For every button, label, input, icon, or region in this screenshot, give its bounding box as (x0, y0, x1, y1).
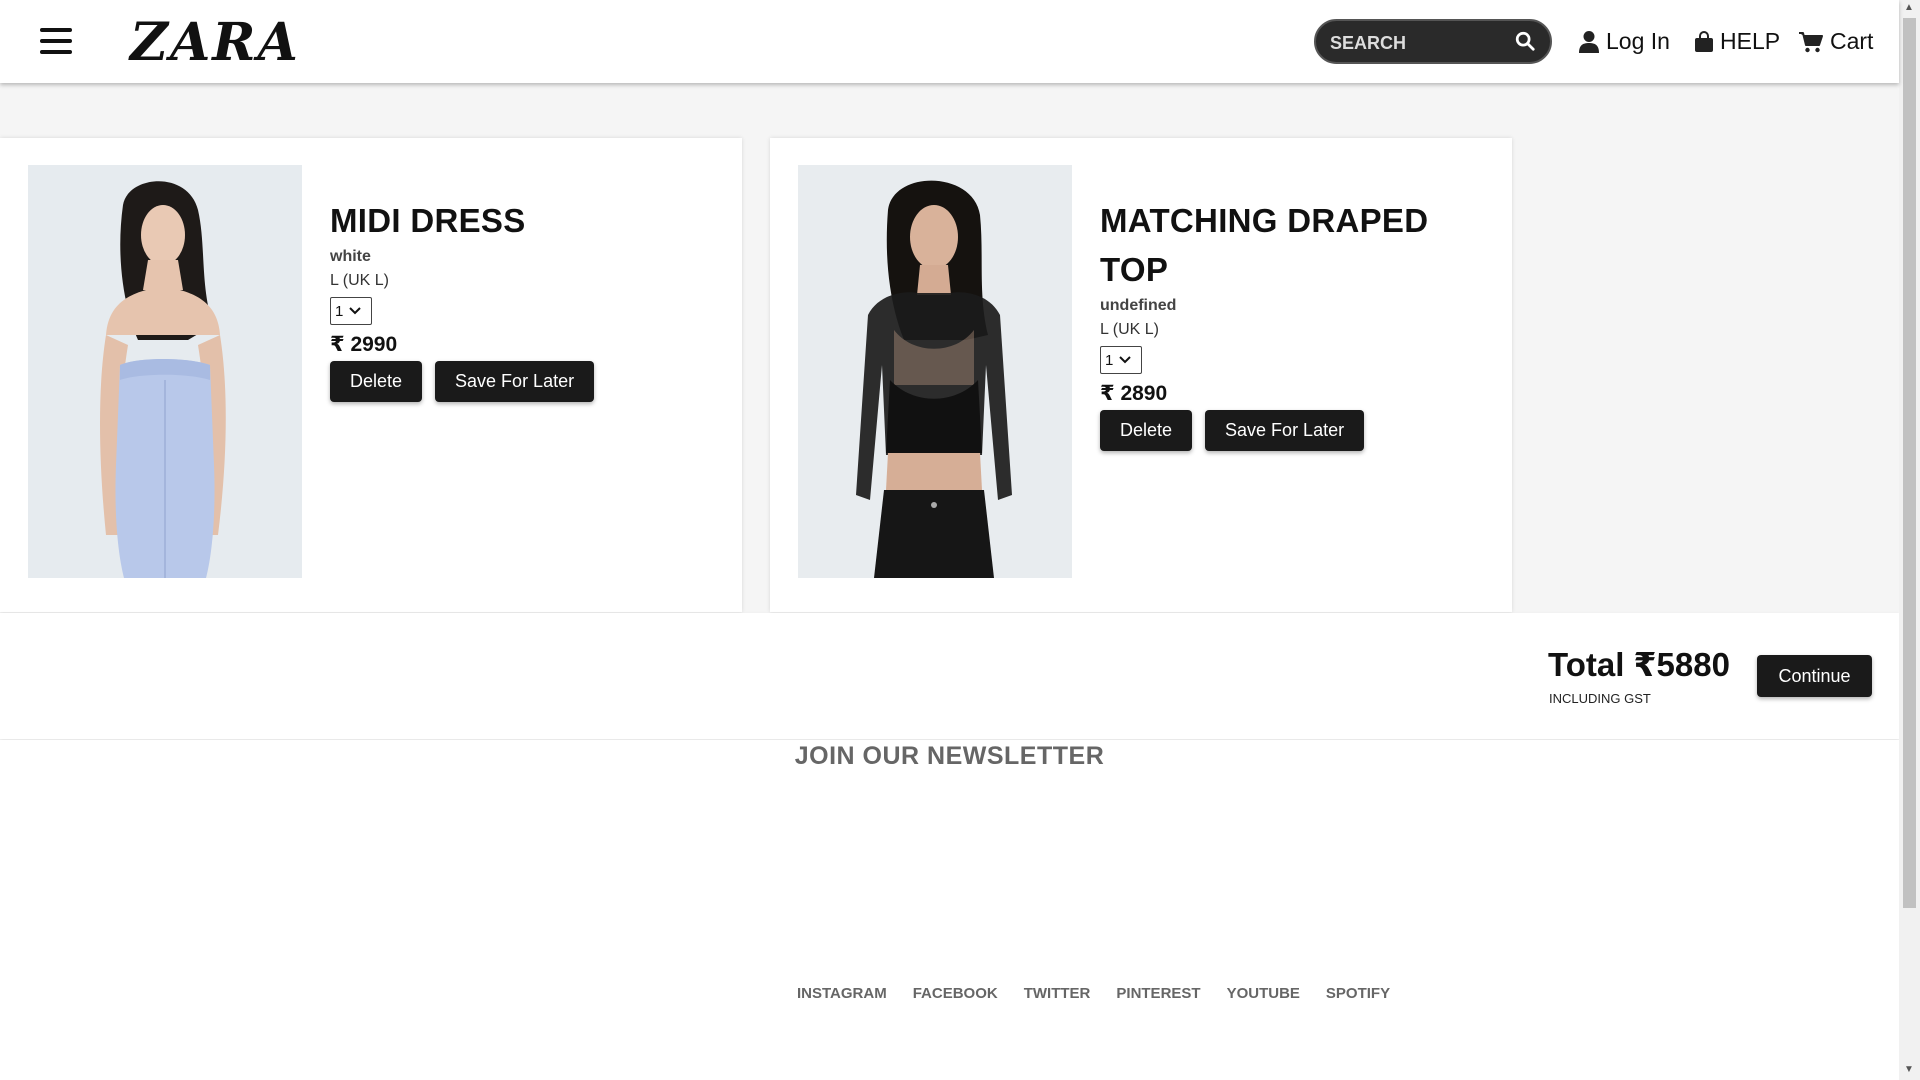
quantity-value: 1 (1105, 351, 1114, 369)
chevron-down-icon (1119, 356, 1132, 364)
order-total: Total ₹5880 (1548, 646, 1730, 683)
scroll-down-icon[interactable]: ▼ (1904, 1064, 1914, 1075)
login-label: Log In (1606, 28, 1670, 54)
draped-top-photo (798, 165, 1072, 578)
quantity-value: 1 (335, 302, 344, 320)
order-summary-bar: Total ₹5880 INCLUDING GST Continue (0, 613, 1899, 739)
shopping-bag-icon (1695, 30, 1713, 52)
chevron-down-icon (349, 307, 362, 315)
zara-logo[interactable]: ZARA (130, 12, 300, 73)
social-links: INSTAGRAM FACEBOOK TWITTER PINTEREST YOU… (797, 985, 1416, 1002)
site-footer: JOIN OUR NEWSLETTER INSTAGRAM FACEBOOK T… (0, 740, 1899, 1080)
search-input[interactable] (1330, 31, 1510, 55)
product-title[interactable]: MATCHING DRAPED TOP (1100, 196, 1480, 294)
search-icon[interactable] (1514, 30, 1536, 52)
cart-label: Cart (1830, 28, 1874, 54)
spotify-link[interactable]: SPOTIFY (1326, 985, 1390, 1002)
product-price: ₹ 2990 (330, 333, 398, 356)
product-details: MIDI DRESS white L (UK L) 1 ₹ 2990 Delet… (330, 196, 710, 402)
quantity-select[interactable]: 1 (1100, 346, 1142, 374)
site-header: ZARA Log In HELP Cart (0, 0, 1899, 83)
cart-link[interactable]: Cart (1798, 28, 1873, 55)
product-image[interactable] (798, 165, 1072, 578)
continue-button[interactable]: Continue (1757, 655, 1872, 697)
save-for-later-button[interactable]: Save For Later (1205, 410, 1365, 451)
product-image[interactable] (28, 165, 302, 578)
pinterest-link[interactable]: PINTEREST (1116, 985, 1200, 1002)
scrollbar-thumb[interactable] (1903, 18, 1916, 908)
facebook-link[interactable]: FACEBOOK (913, 985, 998, 1002)
help-label: HELP (1720, 28, 1781, 54)
menu-icon[interactable] (40, 28, 72, 54)
cart-item-card: MIDI DRESS white L (UK L) 1 ₹ 2990 Delet… (0, 138, 742, 612)
quantity-select[interactable]: 1 (330, 297, 372, 325)
product-size: L (UK L) (1100, 321, 1159, 338)
midi-dress-photo (28, 165, 302, 578)
product-details: MATCHING DRAPED TOP undefined L (UK L) 1… (1100, 196, 1480, 451)
product-title[interactable]: MIDI DRESS (330, 196, 710, 245)
cart-item-card: MATCHING DRAPED TOP undefined L (UK L) 1… (770, 138, 1512, 612)
help-link[interactable]: HELP (1694, 28, 1780, 55)
product-color: white (330, 248, 371, 265)
delete-button[interactable]: Delete (1100, 410, 1193, 451)
product-size: L (UK L) (330, 272, 389, 289)
product-price: ₹ 2890 (1100, 382, 1168, 405)
cart-icon (1799, 31, 1823, 52)
gst-note: INCLUDING GST (1549, 691, 1651, 706)
product-color: undefined (1100, 297, 1177, 314)
youtube-link[interactable]: YOUTUBE (1227, 985, 1300, 1002)
instagram-link[interactable]: INSTAGRAM (797, 985, 887, 1002)
twitter-link[interactable]: TWITTER (1024, 985, 1091, 1002)
save-for-later-button[interactable]: Save For Later (435, 361, 595, 402)
delete-button[interactable]: Delete (330, 361, 423, 402)
login-link[interactable]: Log In (1578, 28, 1670, 55)
user-icon (1579, 30, 1599, 53)
scroll-up-icon[interactable]: ▲ (1904, 2, 1914, 13)
newsletter-heading: JOIN OUR NEWSLETTER (794, 742, 1105, 770)
search-box[interactable] (1314, 19, 1552, 64)
page-scrollbar[interactable]: ▲ ▼ (1899, 0, 1920, 1080)
